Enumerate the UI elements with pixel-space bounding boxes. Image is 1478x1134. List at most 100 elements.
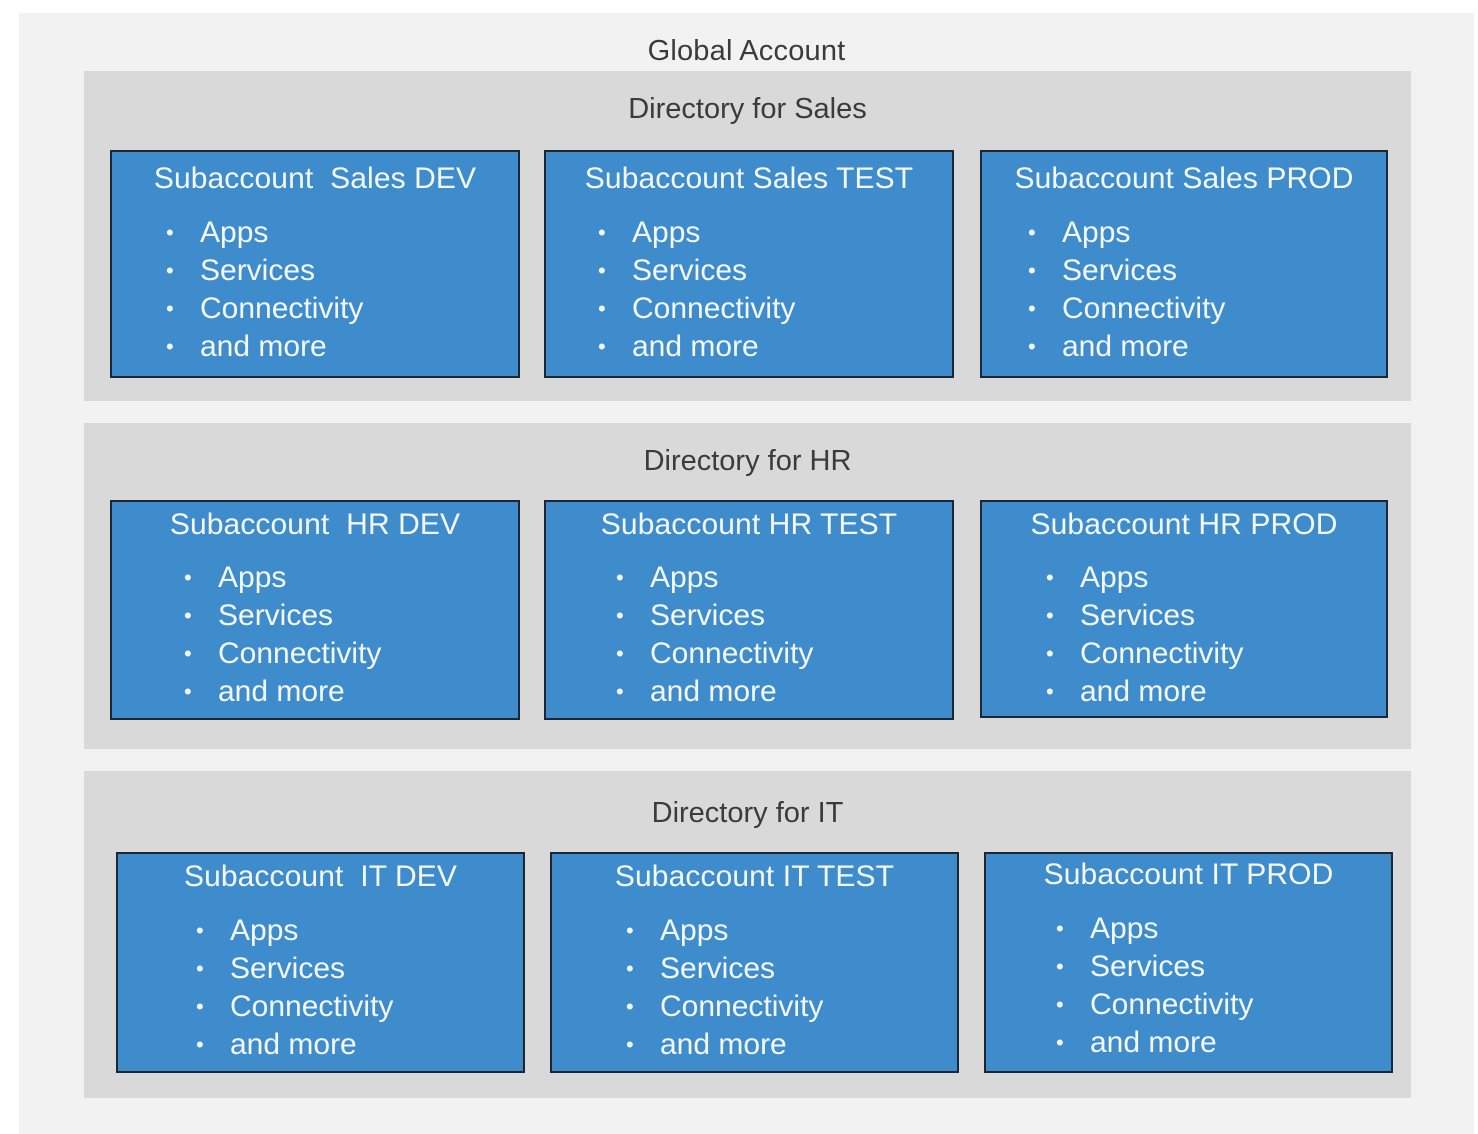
bullet-icon: •	[1046, 679, 1054, 704]
bullet-icon: •	[184, 679, 192, 704]
bullet-icon: •	[598, 258, 606, 283]
subaccount-sales-dev: Subaccount Sales DEV • Apps • Services • Co…	[110, 150, 520, 378]
bullet-icon: •	[166, 258, 174, 283]
bullet-icon: •	[626, 1032, 634, 1057]
list-item: • and more	[196, 1026, 393, 1064]
directory-sales: Directory for Sales Subaccount Sales DEV…	[84, 71, 1411, 401]
list-item: • Services	[626, 950, 823, 988]
list-item: • and more	[166, 328, 363, 366]
bullet-icon: •	[598, 296, 606, 321]
list-item: • Connectivity	[1046, 635, 1243, 673]
subaccount-title: Subaccount HR TEST	[600, 508, 898, 541]
list-item: • and more	[616, 673, 813, 711]
list-item: • and more	[626, 1026, 823, 1064]
bullet-icon: •	[196, 918, 204, 943]
bullet-icon: •	[626, 956, 634, 981]
bullet-icon: •	[1056, 1030, 1064, 1055]
bullet-icon: •	[184, 565, 192, 590]
global-account-title: Global Account	[647, 35, 846, 67]
bullet-icon: •	[1056, 992, 1064, 1017]
list-item: • and more	[184, 673, 381, 711]
subaccount-sales-prod: Subaccount Sales PROD • Apps • Services • C…	[980, 150, 1388, 378]
bullet-icon: •	[166, 296, 174, 321]
list-item: • Connectivity	[196, 988, 393, 1026]
list-item: • Connectivity	[166, 290, 363, 328]
subaccount-hr-dev: Subaccount HR DEV • Apps • Services • Conne…	[110, 500, 520, 720]
bullet-icon: •	[626, 994, 634, 1019]
subaccount-item-list: • Apps • Services • Connectivity • and more	[1056, 910, 1253, 1062]
subaccount-item-list: • Apps • Services • Connectivity • and more	[1046, 559, 1243, 711]
directory-hr: Directory for HR Subaccount HR DEV • Apps…	[84, 423, 1411, 749]
list-item: • Apps	[616, 559, 813, 597]
list-item: • Connectivity	[1056, 986, 1253, 1024]
bullet-icon: •	[616, 565, 624, 590]
subaccount-title: Subaccount IT PROD	[1043, 858, 1334, 891]
subaccount-item-list: • Apps • Services • Connectivity • and more	[626, 912, 823, 1064]
subaccount-item-list: • Apps • Services • Connectivity • and more	[616, 559, 813, 711]
list-item: • and more	[1056, 1024, 1253, 1062]
list-item: • and more	[598, 328, 795, 366]
list-item: • Apps	[1056, 910, 1253, 948]
subaccount-it-dev: Subaccount IT DEV • Apps • Services • Conne…	[116, 852, 525, 1073]
list-item: • Apps	[626, 912, 823, 950]
subaccount-title: Subaccount HR PROD	[1030, 508, 1338, 541]
list-item: • Connectivity	[598, 290, 795, 328]
directory-title: Directory for HR	[643, 445, 852, 477]
bullet-icon: •	[1046, 603, 1054, 628]
bullet-icon: •	[1028, 220, 1036, 245]
bullet-icon: •	[616, 679, 624, 704]
subaccount-title: Subaccount Sales PROD	[1014, 162, 1354, 195]
list-item: • Services	[166, 252, 363, 290]
bullet-icon: •	[196, 956, 204, 981]
list-item: • Services	[1028, 252, 1225, 290]
list-item: • Connectivity	[1028, 290, 1225, 328]
list-item: • Connectivity	[616, 635, 813, 673]
list-item: • Apps	[1028, 214, 1225, 252]
list-item: • Connectivity	[626, 988, 823, 1026]
subaccount-item-list: • Apps • Services • Connectivity • and more	[184, 559, 381, 711]
list-item: • and more	[1046, 673, 1243, 711]
bullet-icon: •	[166, 220, 174, 245]
subaccount-hr-prod: Subaccount HR PROD • Apps • Services • Conn…	[980, 500, 1388, 718]
subaccount-it-prod: Subaccount IT PROD • Apps • Services • Conn…	[984, 852, 1393, 1073]
list-item: • Apps	[598, 214, 795, 252]
global-account-panel: Global Account Directory for Sales Subac…	[19, 13, 1474, 1134]
subaccount-item-list: • Apps • Services • Connectivity • and more	[1028, 214, 1225, 366]
bullet-icon: •	[616, 641, 624, 666]
subaccount-title: Subaccount IT DEV	[183, 860, 458, 893]
directory-title: Directory for Sales	[628, 93, 867, 125]
subaccount-title: Subaccount Sales DEV	[153, 162, 477, 195]
bullet-icon: •	[166, 334, 174, 359]
directory-title: Directory for IT	[651, 797, 844, 829]
bullet-icon: •	[598, 220, 606, 245]
list-item: • and more	[1028, 328, 1225, 366]
list-item: • Apps	[1046, 559, 1243, 597]
subaccount-title: Subaccount Sales TEST	[584, 162, 914, 195]
subaccount-title: Subaccount IT TEST	[614, 860, 895, 893]
subaccount-title: Subaccount HR DEV	[169, 508, 461, 541]
bullet-icon: •	[196, 994, 204, 1019]
list-item: • Services	[598, 252, 795, 290]
subaccount-sales-test: Subaccount Sales TEST • Apps • Services • C…	[544, 150, 954, 378]
bullet-icon: •	[1046, 565, 1054, 590]
list-item: • Services	[616, 597, 813, 635]
list-item: • Services	[184, 597, 381, 635]
bullet-icon: •	[598, 334, 606, 359]
bullet-icon: •	[616, 603, 624, 628]
subaccount-hr-test: Subaccount HR TEST • Apps • Services • Conn…	[544, 500, 954, 720]
subaccount-it-test: Subaccount IT TEST • Apps • Services • Conn…	[550, 852, 959, 1073]
bullet-icon: •	[196, 1032, 204, 1057]
subaccount-item-list: • Apps • Services • Connectivity • and more	[196, 912, 393, 1064]
bullet-icon: •	[1028, 296, 1036, 321]
bullet-icon: •	[1028, 258, 1036, 283]
bullet-icon: •	[184, 603, 192, 628]
list-item: • Connectivity	[184, 635, 381, 673]
bullet-icon: •	[1046, 641, 1054, 666]
bullet-icon: •	[1028, 334, 1036, 359]
list-item: • Services	[1056, 948, 1253, 986]
bullet-icon: •	[1056, 916, 1064, 941]
list-item: • Apps	[184, 559, 381, 597]
list-item: • Apps	[196, 912, 393, 950]
bullet-icon: •	[184, 641, 192, 666]
list-item: • Apps	[166, 214, 363, 252]
